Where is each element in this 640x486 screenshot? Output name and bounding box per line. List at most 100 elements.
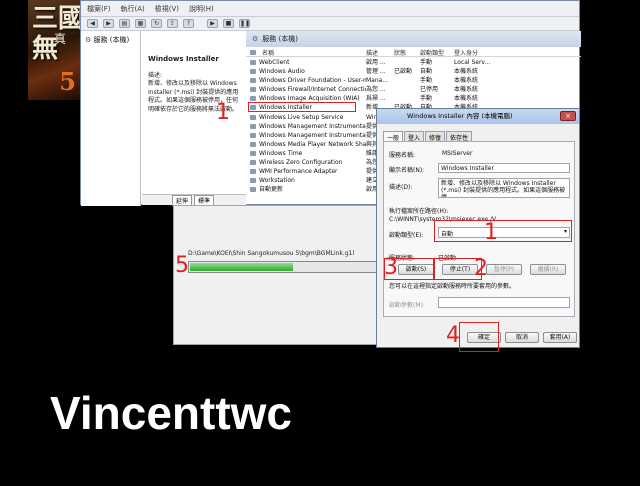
resume-button[interactable]: 繼續(R): [530, 264, 566, 275]
menu-file[interactable]: 檔案(F): [87, 4, 111, 14]
refresh-icon[interactable]: ↻: [151, 19, 162, 28]
table-cell: 自動: [420, 68, 433, 76]
description-field[interactable]: 新增、修改以及移除以 Windows Installer (*.msi) 封裝提…: [438, 178, 570, 198]
table-cell: 手動: [420, 59, 433, 66]
table-cell: Windows Management Instrumentation: [246, 122, 366, 131]
params-label: 啟動參數(M):: [389, 302, 425, 309]
table-cell: 已停用: [420, 86, 439, 94]
apply-button[interactable]: 套用(A): [543, 332, 577, 343]
help-icon[interactable]: ?: [183, 19, 194, 28]
copy-progress-bar: [188, 261, 378, 273]
table-cell: Windows Driver Foundation - User-mod...: [246, 76, 366, 85]
table-cell: 已啟動: [394, 68, 413, 76]
table-cell: Windows Time: [246, 149, 366, 158]
column-description[interactable]: 描述: [366, 48, 394, 56]
table-cell: 手動: [420, 77, 433, 85]
highlight-ok-button: [459, 322, 499, 352]
table-cell: [394, 85, 420, 94]
table-cell: Wireless Zero Configuration: [246, 158, 366, 167]
cover-subtitle: 真: [54, 32, 67, 46]
table-cell: 自動更新: [246, 185, 366, 194]
description-label: 描述(D):: [389, 184, 413, 191]
close-icon[interactable]: ×: [560, 111, 576, 121]
marker-4: 4: [446, 323, 460, 348]
table-cell: Workstation: [246, 176, 366, 185]
table-cell: WebClient: [246, 58, 366, 67]
stop-icon[interactable]: ■: [223, 19, 234, 28]
properties-icon[interactable]: ▦: [135, 19, 146, 28]
menu-bar: 檔案(F) 執行(A) 檢視(V) 說明(H): [81, 1, 579, 17]
tab-standard[interactable]: 標準: [194, 194, 215, 206]
file-copy-dialog: D:\Game\KOEI\Shin Sangokumusou 5\bgm\BGM…: [173, 205, 378, 345]
table-cell: Local Serv...: [454, 59, 491, 66]
cancel-button[interactable]: 取消: [505, 332, 539, 343]
play-icon[interactable]: ▶: [207, 19, 218, 28]
copy-file-path: D:\Game\KOEI\Shin Sangokumusou 5\bgm\BGM…: [188, 250, 355, 257]
service-detail-pane: Windows Installer 描述: 新增、修改以及移除以 Windows…: [142, 31, 246, 196]
pause-button[interactable]: 暫停(P): [486, 264, 522, 275]
forward-icon[interactable]: ▶: [103, 19, 114, 28]
path-label: 執行檔案所在路徑(H):: [389, 208, 449, 215]
table-cell: 本機系統: [454, 95, 479, 103]
highlight-windows-installer-row: [248, 102, 356, 112]
detail-desc-label: 描述:: [148, 71, 163, 79]
gear-icon: ⚙: [252, 35, 259, 43]
gear-icon: ⚙: [85, 36, 92, 44]
menu-view[interactable]: 檢視(V): [155, 4, 179, 14]
tree-root-services[interactable]: 服務 (本機): [94, 36, 130, 44]
table-cell: 手動: [420, 95, 433, 103]
table-row[interactable]: Windows Firewall/Internet Connection S..…: [246, 85, 581, 94]
export-icon[interactable]: ⇪: [167, 19, 178, 28]
cover-number: 5: [59, 67, 76, 96]
highlight-startup-type: [434, 220, 572, 242]
table-cell: 本機系統: [454, 86, 479, 94]
watermark-caption: Vincenttwc: [50, 387, 292, 439]
table-cell: Mana...: [366, 77, 389, 85]
table-row[interactable]: Windows Audio 管理 ... 已啟動 自動 本機系統: [246, 67, 581, 76]
table-cell: 本機系統: [454, 68, 479, 76]
table-cell: [394, 94, 420, 103]
menu-help[interactable]: 說明(H): [189, 4, 214, 14]
marker-5: 5: [175, 253, 189, 278]
marker-1: 1: [216, 100, 230, 125]
service-name-label: 服務名稱:: [389, 152, 416, 159]
game-cover-image: 三國 無 真 5: [28, 0, 80, 100]
tab-extended[interactable]: 延伸: [172, 194, 193, 206]
detail-title: Windows Installer: [148, 55, 219, 63]
list-header-title: 服務 (本機): [262, 35, 298, 43]
table-cell: [394, 76, 420, 85]
toolbar: ◀ ▶ ▤ ▦ ↻ ⇪ ? ▶ ■ ❚❚: [81, 17, 579, 31]
table-cell: Windows Firewall/Internet Connection S..…: [246, 85, 366, 94]
view-tabs: 延伸 標準: [142, 194, 246, 206]
menu-action[interactable]: 執行(A): [121, 4, 145, 14]
table-cell: WMI Performance Adapter: [246, 167, 366, 176]
table-cell: 管理 ...: [366, 68, 386, 76]
marker-3: 3: [384, 255, 398, 280]
display-name-field[interactable]: Windows Installer: [438, 163, 570, 173]
table-cell: Windows Audio: [246, 67, 366, 76]
table-row[interactable]: WebClient 啟用 ... 手動 Local Serv...: [246, 58, 581, 67]
params-input[interactable]: [438, 297, 570, 308]
pause-icon[interactable]: ❚❚: [239, 19, 250, 28]
table-cell: Windows Management Instrumentation ...: [246, 131, 366, 140]
table-cell: 為您 ...: [366, 86, 386, 94]
table-cell: 爲掃 ...: [366, 95, 386, 103]
properties-title: Windows Installer 內容 (本機電腦): [377, 109, 579, 124]
copy-progress-fill: [190, 263, 294, 271]
column-header-row: 名稱 描述 狀態 啟動類型 登入身分: [246, 48, 581, 57]
folder-icon[interactable]: ▤: [119, 19, 130, 28]
column-name[interactable]: 名稱: [246, 48, 366, 56]
marker-2: 2: [474, 256, 488, 281]
service-name-value: MSIServer: [442, 150, 473, 157]
marker-1-startup: 1: [484, 220, 498, 245]
column-logon-as[interactable]: 登入身分: [454, 48, 498, 56]
table-cell: 啟用 ...: [366, 59, 386, 66]
tree-pane: ⚙ 服務 (本機): [81, 31, 141, 206]
back-icon[interactable]: ◀: [87, 19, 98, 28]
column-startup-type[interactable]: 啟動類型: [420, 48, 454, 56]
list-header: ⚙ 服務 (本機): [246, 31, 581, 47]
table-cell: Windows Media Player Network Sharing...: [246, 140, 366, 149]
table-cell: [394, 58, 420, 67]
table-row[interactable]: Windows Driver Foundation - User-mod...M…: [246, 76, 581, 85]
column-status[interactable]: 狀態: [394, 48, 420, 56]
